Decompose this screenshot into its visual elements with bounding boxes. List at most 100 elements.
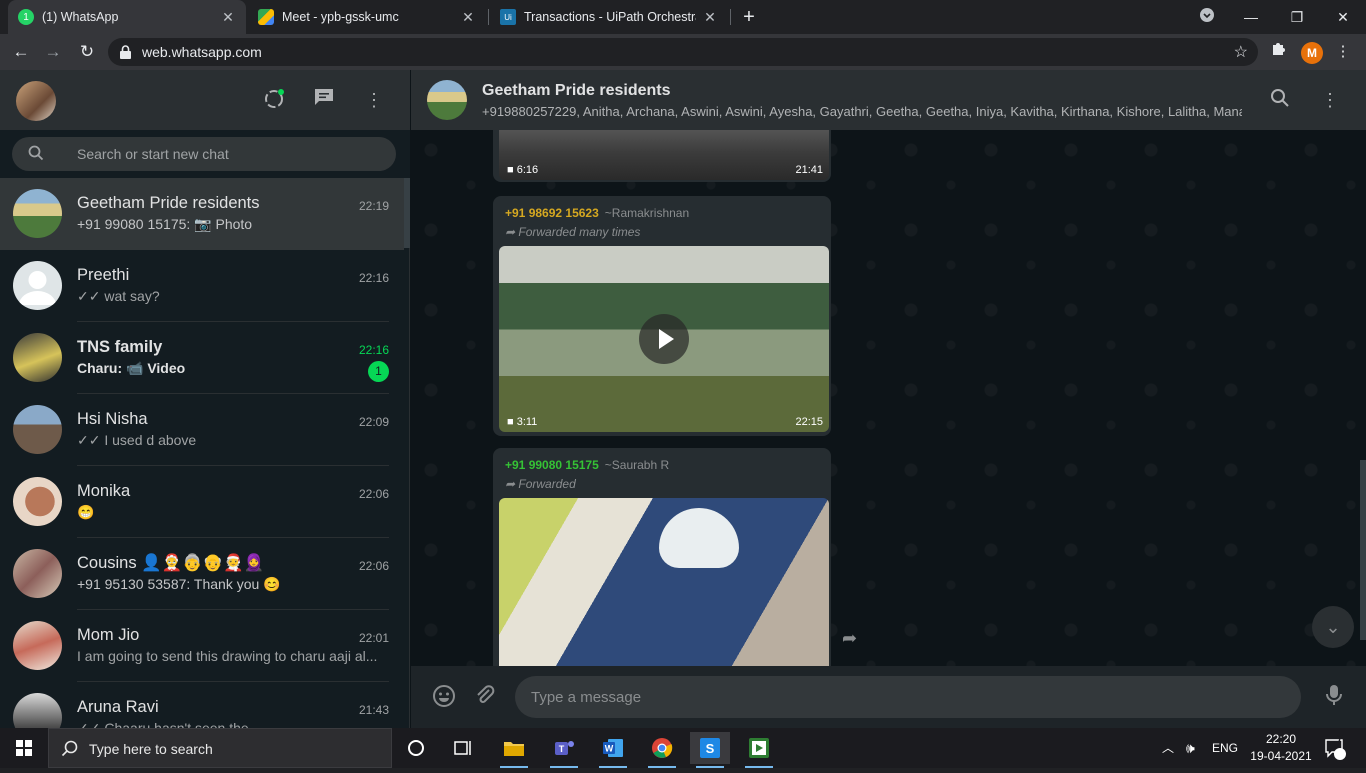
- new-tab-button[interactable]: +: [738, 6, 760, 28]
- chat-preview: +91 95130 53587: Thank you 😊: [77, 576, 369, 593]
- double-tick-icon: ✓✓: [77, 288, 105, 304]
- video-camera-icon: ■: [507, 164, 517, 176]
- chrome-icon[interactable]: [642, 732, 682, 768]
- minimize-button[interactable]: —: [1238, 4, 1264, 30]
- bookmark-star-icon[interactable]: ☆: [1234, 42, 1248, 62]
- close-window-button[interactable]: ✕: [1330, 4, 1356, 30]
- message-bubble: +91 98692 15623 ~Ramakrishnan ➦ Forwarded…: [493, 196, 831, 436]
- taskbar-search-placeholder: Type here to search: [89, 741, 213, 757]
- tab-whatsapp[interactable]: 1 (1) WhatsApp ✕: [8, 0, 246, 34]
- video-thumbnail[interactable]: ■ 6:16 21:41: [499, 130, 829, 180]
- extensions-puzzle-icon[interactable]: [1266, 39, 1292, 65]
- url-text: web.whatsapp.com: [142, 44, 262, 60]
- forward-message-icon[interactable]: ➦: [842, 628, 857, 649]
- message-sender[interactable]: +91 98692 15623 ~Ramakrishnan: [505, 206, 689, 220]
- preview-text: +91 95130 53587: Thank you 😊: [77, 576, 281, 592]
- chat-item-tns-family[interactable]: TNS family 22:16 Charu: 📹 Video 1: [0, 322, 404, 394]
- status-icon[interactable]: [262, 88, 286, 112]
- word-icon[interactable]: W: [593, 732, 633, 768]
- search-input[interactable]: Search or start new chat: [12, 137, 396, 171]
- chat-time: 22:06: [358, 559, 389, 573]
- chat-preview: I am going to send this drawing to charu…: [77, 648, 389, 664]
- chat-time: 22:16: [358, 343, 389, 357]
- duration-text: 3:11: [516, 416, 538, 428]
- contact-avatar: [13, 477, 62, 526]
- chat-item-cousins[interactable]: Cousins 👤🤶👵👴🧑‍🎄🧕 22:06 +91 95130 53587: …: [0, 538, 404, 610]
- cortana-circle-icon[interactable]: [396, 732, 436, 764]
- conversation-header[interactable]: Geetham Pride residents +919880257229, A…: [411, 70, 1366, 130]
- taskbar-search-box[interactable]: Type here to search: [48, 728, 392, 768]
- search-messages-icon[interactable]: [1268, 88, 1292, 112]
- show-hidden-icons-chevron-icon[interactable]: ︿: [1162, 728, 1174, 768]
- message-input[interactable]: [515, 676, 1301, 718]
- restore-button[interactable]: ❐: [1284, 4, 1310, 30]
- group-avatar[interactable]: [427, 80, 467, 120]
- close-tab-icon[interactable]: ✕: [702, 9, 718, 26]
- message-time: 22:15: [795, 416, 823, 428]
- notification-center-icon[interactable]: 7: [1324, 728, 1346, 768]
- message-bubble: +91 99080 15175 ~Saurabh R ➦ Forwarded: [493, 448, 831, 666]
- lock-icon: [120, 45, 131, 64]
- task-view-icon[interactable]: [444, 732, 484, 764]
- photo-thumbnail[interactable]: [499, 498, 829, 666]
- new-chat-icon[interactable]: [312, 88, 336, 112]
- message-sender[interactable]: +91 99080 15175 ~Saurabh R: [505, 458, 669, 472]
- microphone-icon[interactable]: [1320, 684, 1348, 712]
- forward-arrow-icon[interactable]: →: [40, 39, 66, 65]
- chat-item-hsi-nisha[interactable]: Hsi Nisha 22:09 ✓✓ I used d above: [0, 394, 404, 466]
- emoji-icon[interactable]: [430, 684, 458, 712]
- message-time: 21:41: [795, 164, 823, 176]
- browser-menu-icon[interactable]: ⋮: [1330, 39, 1356, 65]
- chat-item-mom-jio[interactable]: Mom Jio 22:01 I am going to send this dr…: [0, 610, 404, 682]
- taskbar-clock[interactable]: 22:20 19-04-2021: [1250, 731, 1312, 765]
- close-tab-icon[interactable]: ✕: [220, 9, 236, 26]
- preview-text: Chaaru hasn't seen the...: [104, 720, 261, 728]
- volume-icon[interactable]: 🕪: [1186, 728, 1195, 768]
- close-tab-icon[interactable]: ✕: [460, 9, 476, 26]
- uipath-assistant-icon[interactable]: [739, 732, 779, 768]
- chat-name: Geetham Pride residents: [77, 194, 260, 212]
- chat-item-aruna-ravi[interactable]: Aruna Ravi 21:43 ✓✓ Chaaru hasn't seen t…: [0, 682, 404, 728]
- teams-icon[interactable]: T: [544, 732, 584, 768]
- play-button[interactable]: [639, 314, 689, 364]
- tab-uipath[interactable]: Ui Transactions - UiPath Orchestrato ✕: [490, 0, 728, 34]
- contact-avatar: [13, 621, 62, 670]
- sender-phone: +91 99080 15175: [505, 458, 599, 472]
- video-thumbnail[interactable]: ■ 3:11 22:15: [499, 246, 829, 432]
- chat-item-geetham-pride-residents[interactable]: Geetham Pride residents 22:19 +91 99080 …: [0, 178, 404, 250]
- address-bar[interactable]: web.whatsapp.com ☆: [108, 38, 1258, 66]
- profile-avatar[interactable]: M: [1301, 42, 1323, 64]
- chat-preview: Charu: 📹 Video: [77, 360, 369, 377]
- attach-paperclip-icon[interactable]: [471, 684, 499, 712]
- menu-icon[interactable]: ⋮: [362, 88, 386, 112]
- chat-time: 22:06: [358, 487, 389, 501]
- conversation-menu-icon[interactable]: ⋮: [1318, 88, 1342, 112]
- windows-start-icon[interactable]: [0, 728, 48, 768]
- group-avatar: [13, 549, 62, 598]
- chat-item-monika[interactable]: Monika 22:06 😁: [0, 466, 404, 538]
- preview-text: I am going to send this drawing to charu…: [77, 648, 378, 664]
- chat-preview: +91 99080 15175: 📷 Photo: [77, 216, 369, 233]
- tab-search-icon[interactable]: [1194, 4, 1220, 30]
- sender-pushname: ~Saurabh R: [604, 458, 670, 472]
- messages-scrollbar[interactable]: [1360, 460, 1366, 640]
- chat-name: Mom Jio: [77, 626, 140, 644]
- chat-name: TNS family: [77, 338, 163, 356]
- message-bubble: ■ 6:16 21:41: [493, 130, 831, 182]
- video-camera-icon: ■: [507, 416, 517, 428]
- file-explorer-icon[interactable]: [494, 732, 534, 768]
- chat-item-preethi[interactable]: Preethi 22:16 ✓✓ wat say?: [0, 250, 404, 322]
- chat-list-scrollbar[interactable]: [404, 178, 410, 248]
- chat-time: 22:09: [358, 415, 389, 429]
- language-indicator[interactable]: ENG: [1212, 728, 1238, 768]
- sidebar-header: ⋮: [0, 70, 410, 130]
- tab-meet[interactable]: Meet - ypb-gssk-umc ✕: [248, 0, 486, 34]
- unread-badge: 1: [368, 361, 389, 382]
- chat-name: Hsi Nisha: [77, 410, 148, 428]
- reload-icon[interactable]: ↻: [74, 39, 100, 65]
- chat-preview: ✓✓ Chaaru hasn't seen the...: [77, 720, 369, 728]
- my-profile-avatar[interactable]: [16, 81, 56, 121]
- uipath-studio-icon[interactable]: S: [690, 732, 730, 768]
- back-arrow-icon[interactable]: ←: [8, 39, 34, 65]
- scroll-down-chevron-icon[interactable]: ⌄: [1312, 606, 1354, 648]
